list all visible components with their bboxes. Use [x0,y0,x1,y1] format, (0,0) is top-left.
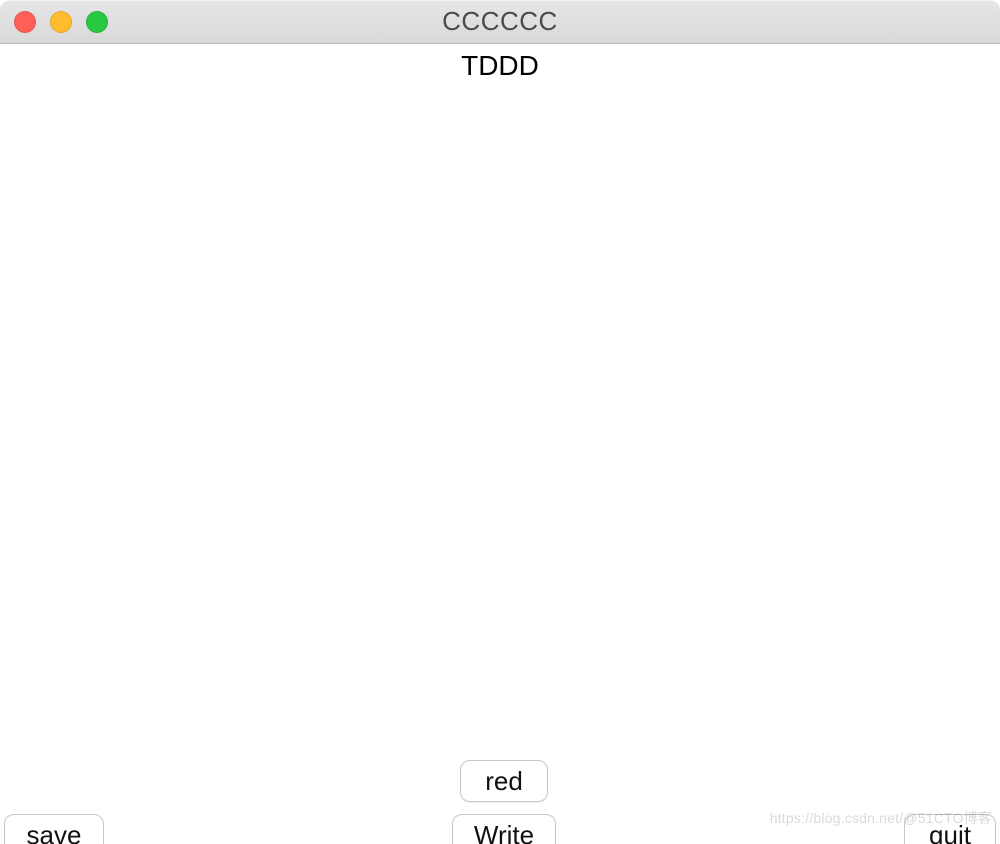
red-button[interactable]: red [460,760,548,802]
zoom-icon[interactable] [86,11,108,33]
page-title: TDDD [0,50,1000,82]
save-button[interactable]: save [4,814,104,844]
traffic-lights [14,11,108,33]
close-icon[interactable] [14,11,36,33]
titlebar: CCCCCC [0,0,1000,44]
content-area: TDDD red Write save quit https://blog.cs… [0,44,1000,844]
write-button[interactable]: Write [452,814,556,844]
app-window: CCCCCC TDDD red Write save quit https://… [0,0,1000,844]
minimize-icon[interactable] [50,11,72,33]
window-title: CCCCCC [0,6,1000,37]
watermark-text: https://blog.csdn.net/@51CTO博客 [770,808,992,828]
